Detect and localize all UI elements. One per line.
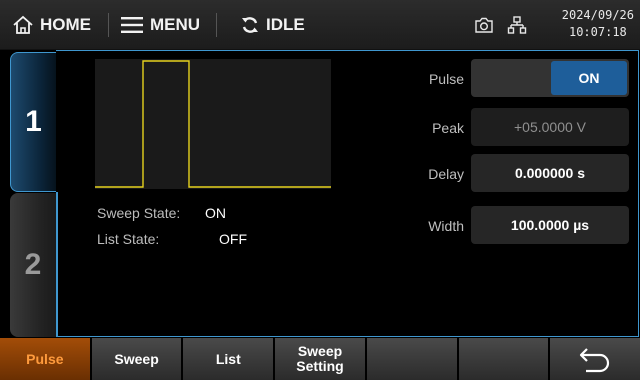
width-field[interactable]: 100.0000 µs	[471, 206, 629, 244]
peak-field: +05.0000 V	[471, 108, 629, 146]
sweep-state-label: Sweep State:	[97, 205, 181, 221]
width-label: Width	[428, 218, 464, 234]
softkey-sweep-setting[interactable]: Sweep Setting	[275, 338, 365, 380]
softkey-list[interactable]: List	[183, 338, 274, 380]
softkey-sweep-setting-line1: Sweep	[297, 343, 343, 359]
delay-field[interactable]: 0.000000 s	[471, 154, 629, 192]
menu-button[interactable]: MENU	[120, 0, 200, 50]
pulse-waveform	[95, 60, 331, 188]
back-button[interactable]	[550, 338, 640, 380]
datetime: 2024/09/26 10:07:18	[562, 7, 634, 41]
divider	[216, 13, 217, 37]
waveform-preview	[95, 59, 331, 189]
time-text: 10:07:18	[568, 25, 627, 39]
sweep-state: Sweep State: ON	[97, 205, 226, 221]
home-icon	[13, 15, 33, 34]
pulse-toggle-on: ON	[551, 61, 627, 95]
pulse-toggle[interactable]: ON	[471, 59, 629, 97]
softkey-sweep[interactable]: Sweep	[91, 338, 182, 380]
list-state: List State: OFF	[97, 231, 247, 247]
divider	[108, 13, 109, 37]
channel-2-label: 2	[24, 248, 42, 281]
softkey-pulse[interactable]: Pulse	[0, 338, 90, 380]
top-bar: HOME MENU IDLE 2024/09/26 10:07:18	[0, 0, 640, 50]
peak-value: +05.0000 V	[513, 119, 586, 135]
camera-icon[interactable]	[474, 15, 494, 35]
menu-label: MENU	[150, 15, 201, 34]
channel-1-tab[interactable]: 1	[10, 52, 56, 192]
delay-value: 0.000000 s	[514, 165, 586, 181]
menu-icon	[121, 17, 143, 33]
channel-1-label: 1	[25, 105, 42, 138]
network-icon	[507, 16, 527, 34]
width-value: 100.0000 µs	[510, 217, 590, 233]
home-button[interactable]: HOME	[12, 0, 91, 50]
delay-label: Delay	[428, 166, 464, 182]
softkey-empty-5[interactable]	[366, 338, 457, 380]
channel-2-tab[interactable]: 2	[10, 193, 56, 337]
softkey-sweep-setting-line2: Setting	[296, 358, 344, 374]
softkey-empty-6[interactable]	[458, 338, 549, 380]
refresh-icon	[242, 17, 258, 33]
peak-label: Peak	[432, 120, 464, 136]
panel-border	[56, 192, 58, 337]
status-label: IDLE	[266, 15, 305, 34]
home-label: HOME	[40, 15, 91, 34]
list-state-label: List State:	[97, 231, 160, 247]
sweep-state-value: ON	[205, 205, 226, 221]
back-icon	[580, 348, 610, 373]
run-status[interactable]: IDLE	[240, 0, 305, 50]
list-state-value: OFF	[219, 231, 247, 247]
pulse-label: Pulse	[428, 71, 464, 87]
date-text: 2024/09/26	[561, 8, 634, 22]
softkey-bar: Pulse Sweep List Sweep Setting	[0, 338, 640, 380]
